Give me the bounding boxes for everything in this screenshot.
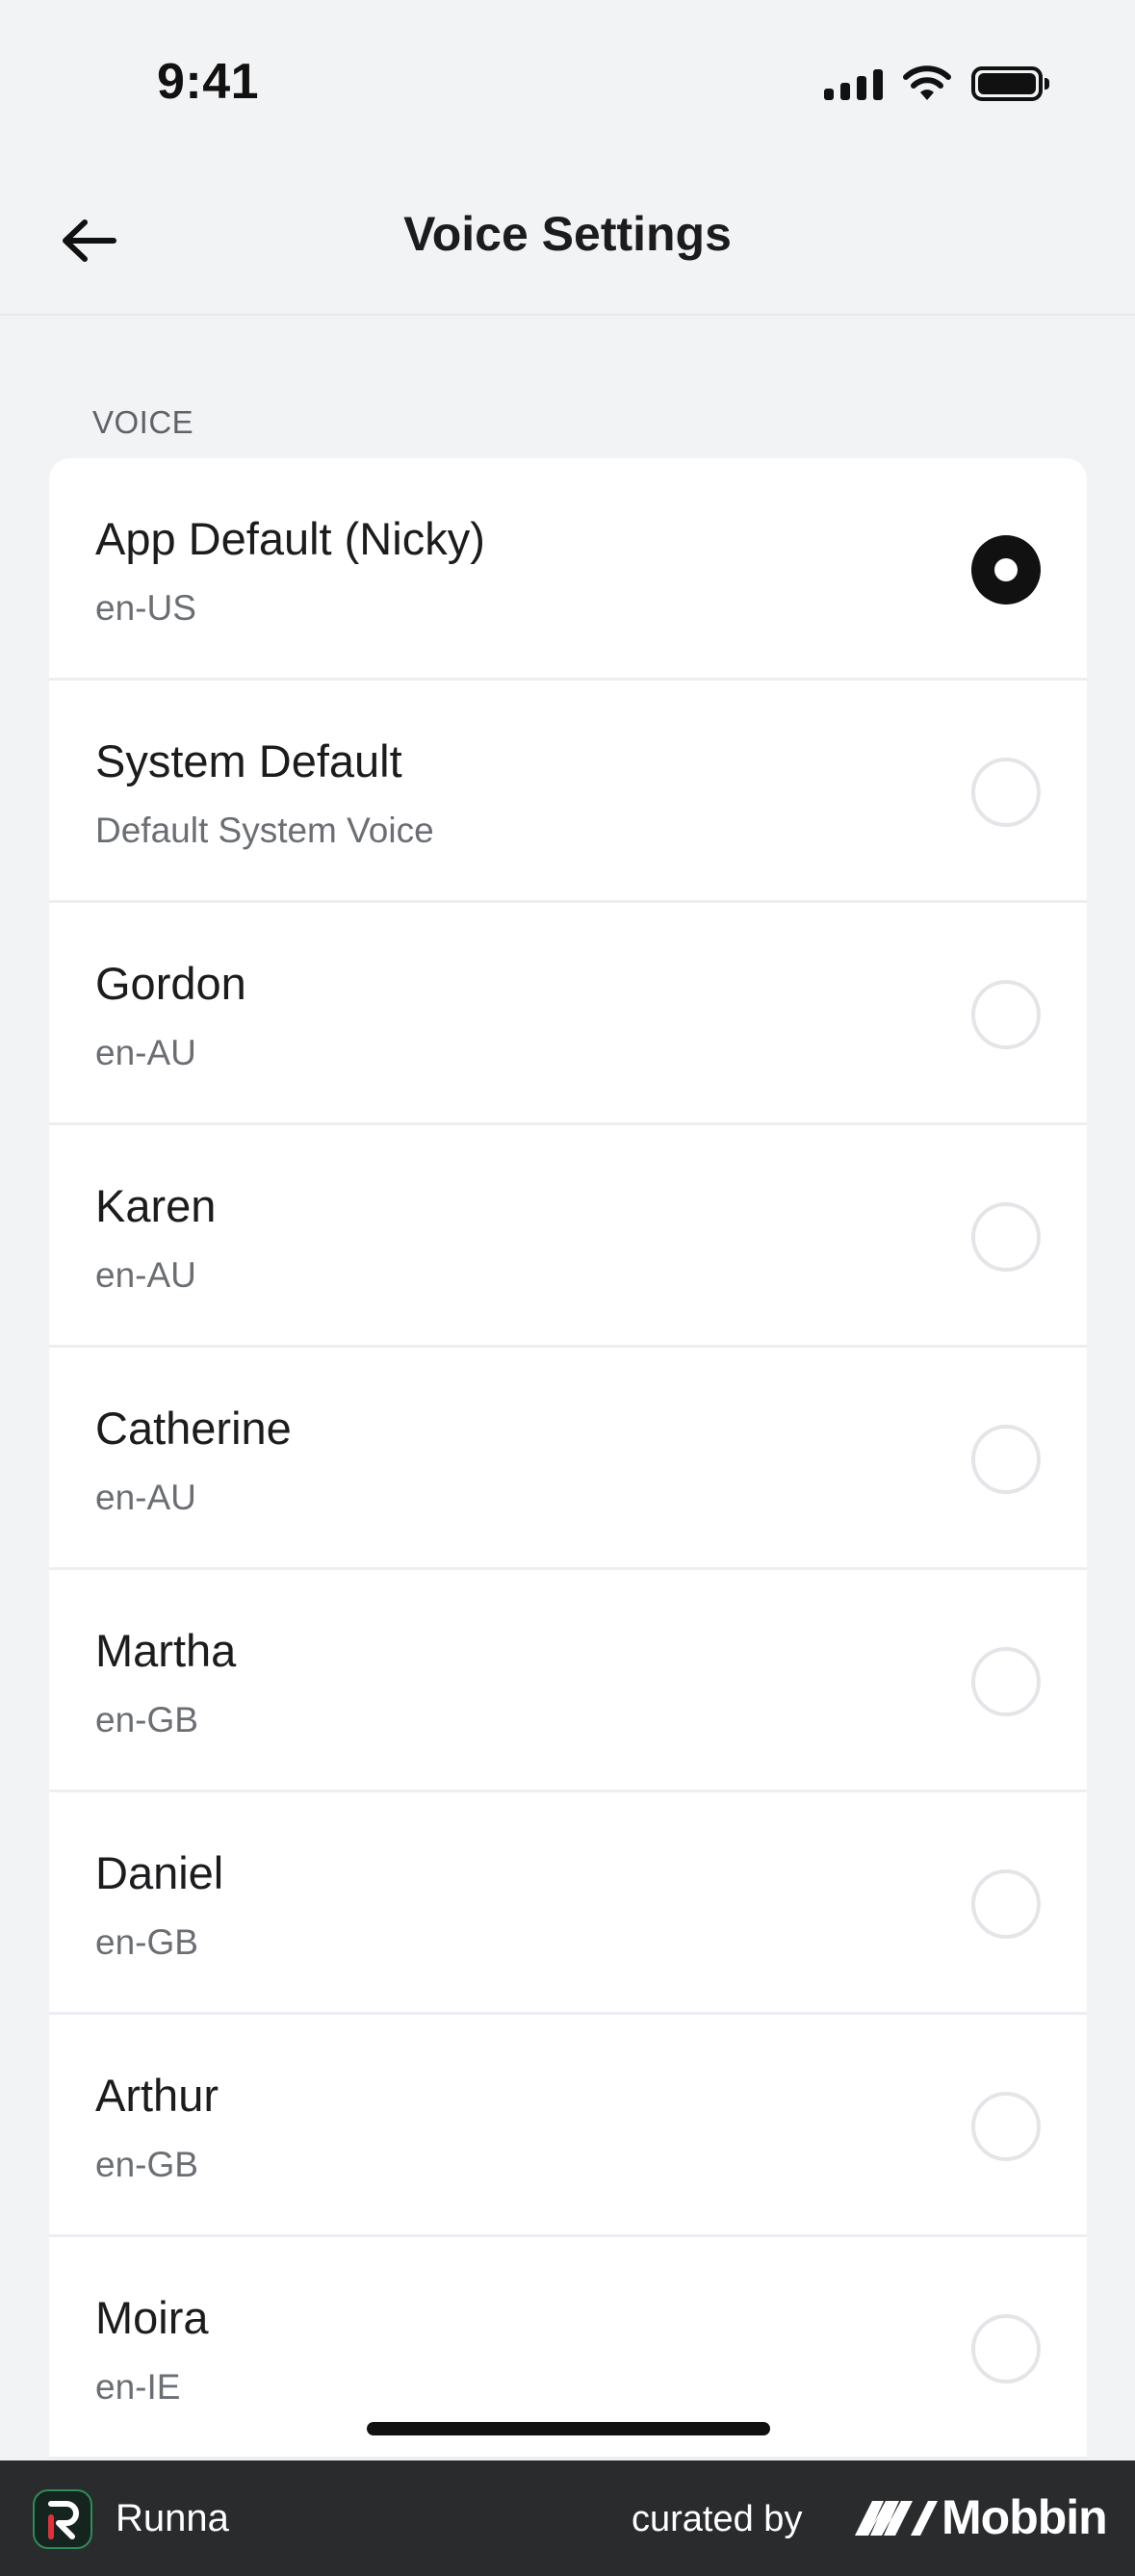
voice-name: Arthur	[95, 2070, 219, 2121]
battery-icon	[971, 66, 1049, 101]
voice-option-app-default[interactable]: App Default (Nicky) en-US	[49, 458, 1087, 681]
voice-locale: en-AU	[95, 1033, 196, 1072]
home-indicator[interactable]	[367, 2422, 770, 2435]
voice-name: System Default	[95, 735, 402, 786]
radio-unselected-icon[interactable]	[971, 2314, 1041, 2383]
voice-locale: en-AU	[95, 1255, 196, 1295]
voice-name: Moira	[95, 2292, 209, 2343]
voice-locale: en-GB	[95, 2145, 198, 2184]
voice-option-system-default[interactable]: System Default Default System Voice	[49, 681, 1087, 903]
curated-by-label: curated by	[632, 2499, 803, 2539]
radio-unselected-icon[interactable]	[971, 1647, 1041, 1716]
mobbin-logo-icon	[855, 2501, 938, 2536]
voice-list: App Default (Nicky) en-US System Default…	[49, 458, 1087, 2460]
radio-selected-icon[interactable]	[971, 535, 1041, 605]
voice-name: App Default (Nicky)	[95, 513, 485, 564]
status-time: 9:41	[157, 54, 260, 110]
nav-bar: Voice Settings	[0, 164, 1135, 316]
radio-unselected-icon[interactable]	[971, 758, 1041, 827]
voice-locale: en-GB	[95, 1700, 198, 1739]
status-icons	[824, 60, 1049, 108]
status-bar: 9:41	[0, 0, 1135, 164]
attribution-banner: Runna curated by Mobbin	[0, 2460, 1135, 2576]
brand-name: Mobbin	[942, 2490, 1108, 2544]
app-name: Runna	[116, 2497, 229, 2539]
voice-option-catherine[interactable]: Catherine en-AU	[49, 1348, 1087, 1570]
radio-unselected-icon[interactable]	[971, 980, 1041, 1049]
voice-locale: en-US	[95, 588, 196, 628]
voice-name: Martha	[95, 1625, 237, 1676]
voice-locale: Default System Voice	[95, 811, 434, 850]
section-header-voice: VOICE	[92, 404, 194, 440]
radio-unselected-icon[interactable]	[971, 1869, 1041, 1939]
voice-name: Catherine	[95, 1403, 292, 1454]
page-title: Voice Settings	[403, 207, 732, 261]
voice-option-arthur[interactable]: Arthur en-GB	[49, 2015, 1087, 2237]
voice-name: Daniel	[95, 1847, 224, 1898]
voice-settings-screen: 9:41 Voice Settings VOICE App Default (N…	[0, 0, 1135, 2576]
radio-unselected-icon[interactable]	[971, 1425, 1041, 1494]
voice-locale: en-IE	[95, 2367, 181, 2407]
wifi-icon	[903, 65, 951, 100]
cellular-signal-icon	[824, 67, 883, 100]
voice-option-martha[interactable]: Martha en-GB	[49, 1570, 1087, 1792]
voice-locale: en-GB	[95, 1922, 198, 1962]
voice-name: Karen	[95, 1180, 217, 1231]
voice-option-daniel[interactable]: Daniel en-GB	[49, 1792, 1087, 2015]
voice-name: Gordon	[95, 958, 246, 1009]
voice-option-gordon[interactable]: Gordon en-AU	[49, 903, 1087, 1125]
radio-unselected-icon[interactable]	[971, 2092, 1041, 2161]
voice-option-karen[interactable]: Karen en-AU	[49, 1125, 1087, 1348]
runna-logo-icon	[33, 2489, 92, 2549]
radio-unselected-icon[interactable]	[971, 1202, 1041, 1272]
voice-locale: en-AU	[95, 1478, 196, 1517]
